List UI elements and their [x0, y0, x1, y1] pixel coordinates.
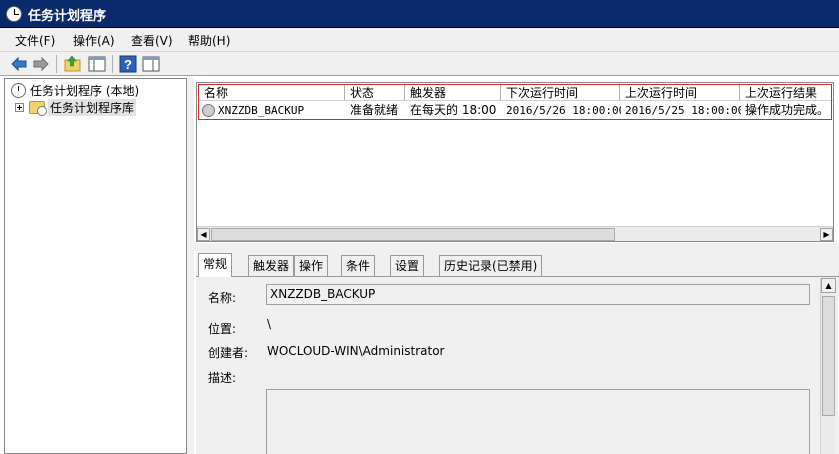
scroll-right-icon[interactable]: ▶ — [820, 228, 833, 241]
column-header-trigger[interactable]: 触发器 — [405, 85, 501, 101]
location-label: 位置: — [208, 322, 237, 336]
show-action-pane-icon[interactable] — [142, 55, 160, 73]
scroll-up-icon[interactable]: ▲ — [821, 278, 836, 293]
detail-pane: 常规 触发器 操作 条件 设置 历史记录(已禁用) 名称: XNZZDB_BAC… — [196, 251, 839, 454]
tab-general-content: 名称: XNZZDB_BACKUP 位置: \ 创建者: WOCLOUD-WIN… — [196, 276, 839, 454]
cell-status: 准备就绪 — [350, 103, 399, 117]
scrollbar-thumb[interactable] — [822, 296, 835, 416]
menu-action[interactable]: 操作(A) — [73, 32, 115, 49]
cell-next-run: 2016/5/26 18:00:00 — [506, 104, 621, 117]
column-header-last-run[interactable]: 上次运行时间 — [620, 85, 740, 101]
tab-actions[interactable]: 操作 — [294, 255, 329, 277]
menu-help[interactable]: 帮助(H) — [188, 32, 230, 49]
table-row[interactable]: XNZZDB_BACKUP 准备就绪 在每天的 18:00 2016/5/26 … — [199, 102, 833, 119]
vertical-scrollbar[interactable]: ▲ — [820, 278, 836, 454]
description-field[interactable] — [266, 389, 810, 454]
column-header-name[interactable]: 名称 — [199, 85, 345, 101]
tab-settings[interactable]: 设置 — [390, 255, 425, 277]
task-name-field[interactable]: XNZZDB_BACKUP — [266, 284, 810, 305]
author-value: WOCLOUD-WIN\Administrator — [267, 344, 445, 358]
window-title: 任务计划程序 — [28, 9, 107, 24]
title-bar: 任务计划程序 — [0, 0, 839, 28]
cell-name: XNZZDB_BACKUP — [218, 104, 305, 117]
folder-icon — [29, 100, 47, 116]
expand-icon[interactable] — [15, 102, 24, 112]
tab-conditions[interactable]: 条件 — [341, 255, 376, 277]
column-header-last-result[interactable]: 上次运行结果 — [740, 85, 833, 101]
horizontal-scrollbar[interactable]: ◀ ▶ — [197, 226, 833, 241]
tree-item-label: 任务计划程序 (本地) — [30, 83, 140, 98]
cell-trigger: 在每天的 18:00 — [410, 103, 497, 117]
task-list: 名称 状态 触发器 下次运行时间 上次运行时间 上次运行结果 XNZZDB_BA… — [196, 82, 834, 242]
column-header-status[interactable]: 状态 — [345, 85, 405, 101]
scroll-left-icon[interactable]: ◀ — [197, 228, 210, 241]
toolbar-separator — [112, 55, 113, 73]
scrollbar-thumb[interactable] — [211, 228, 615, 241]
column-header-next-run[interactable]: 下次运行时间 — [501, 85, 620, 101]
task-icon — [202, 104, 215, 117]
location-value: \ — [267, 317, 272, 331]
back-arrow-icon[interactable] — [10, 55, 28, 73]
cell-last-result: 操作成功完成。 — [745, 103, 830, 117]
console-tree: 任务计划程序 (本地) 任务计划程序库 — [4, 78, 187, 454]
tab-history[interactable]: 历史记录(已禁用) — [439, 255, 543, 277]
menu-view[interactable]: 查看(V) — [131, 32, 173, 49]
up-folder-icon[interactable] — [64, 55, 82, 73]
toolbar: ? — [0, 52, 839, 76]
clock-icon — [11, 82, 26, 98]
menu-file[interactable]: 文件(F) — [15, 32, 55, 49]
tab-triggers[interactable]: 触发器 — [248, 255, 295, 277]
help-icon[interactable]: ? — [119, 55, 137, 73]
clock-icon — [6, 6, 22, 22]
tree-item-label: 任务计划程序库 — [48, 98, 137, 116]
author-label: 创建者: — [208, 346, 249, 360]
pane-splitter-vertical[interactable] — [187, 78, 194, 454]
tab-general[interactable]: 常规 — [198, 253, 233, 277]
forward-arrow-icon[interactable] — [32, 55, 50, 73]
name-label: 名称: — [208, 291, 237, 305]
svg-text:?: ? — [124, 57, 132, 72]
show-hide-console-tree-icon[interactable] — [88, 55, 106, 73]
cell-last-run: 2016/5/25 18:00:00 — [625, 104, 741, 117]
tree-item-scheduler-local[interactable]: 任务计划程序 (本地) — [11, 81, 139, 99]
tree-item-scheduler-library[interactable]: 任务计划程序库 — [15, 98, 137, 116]
toolbar-separator — [56, 55, 57, 73]
pane-splitter-horizontal[interactable] — [194, 243, 839, 251]
description-label: 描述: — [208, 371, 237, 385]
menu-bar: 文件(F) 操作(A) 查看(V) 帮助(H) — [0, 28, 839, 52]
